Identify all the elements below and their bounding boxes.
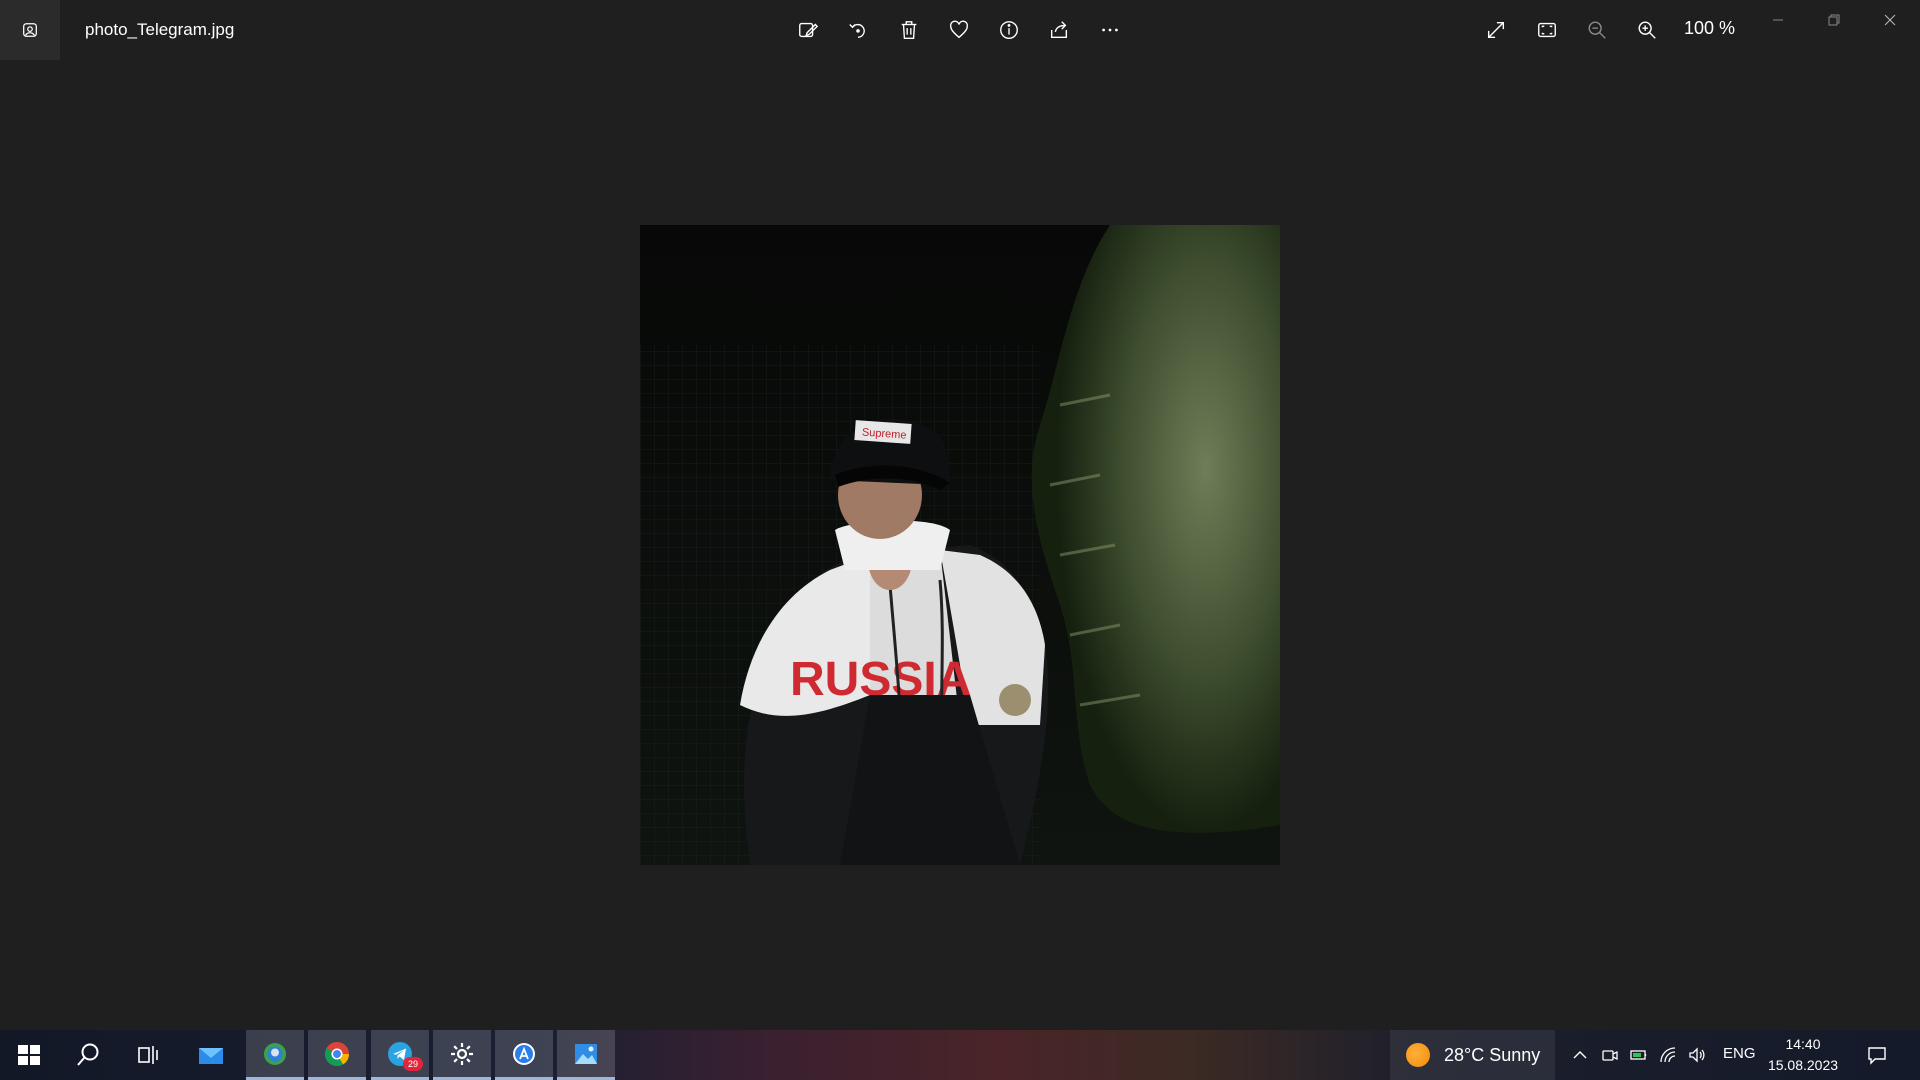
zoom-out-icon[interactable] (1577, 10, 1617, 50)
windows-logo-icon (18, 1045, 40, 1065)
delete-icon[interactable] (889, 10, 929, 50)
edit-icon[interactable] (788, 10, 828, 50)
mail-icon (199, 1048, 223, 1064)
favorite-icon[interactable] (939, 10, 979, 50)
title-bar: photo_Telegram.jpg 100 % (0, 0, 1920, 60)
task-view-icon (138, 1046, 158, 1064)
taskbar: 29 28°C Sunny ENG 14:40 15.08.2023 (0, 1030, 1920, 1080)
minimize-button[interactable] (1750, 0, 1806, 40)
weather-widget[interactable]: 28°C Sunny (1390, 1030, 1555, 1080)
photo-canvas: RUSSIA Supreme (640, 225, 1280, 865)
app-store-app[interactable] (495, 1030, 553, 1080)
zoom-in-icon[interactable] (1627, 10, 1667, 50)
wifi-icon[interactable] (1658, 1045, 1678, 1065)
clock-time: 14:40 (1785, 1036, 1821, 1052)
edge-icon (264, 1042, 286, 1065)
show-hidden-icons-chevron-icon[interactable] (1570, 1045, 1590, 1065)
more-icon[interactable] (1090, 10, 1130, 50)
chrome-app[interactable] (308, 1030, 366, 1080)
restore-button[interactable] (1806, 0, 1862, 40)
gear-icon (451, 1042, 473, 1065)
camera-icon[interactable] (1600, 1045, 1620, 1065)
telegram-app[interactable]: 29 (371, 1030, 429, 1080)
weather-text: 28°C Sunny (1444, 1044, 1541, 1065)
clock-date: 15.08.2023 (1767, 1057, 1839, 1073)
sun-icon (1406, 1043, 1430, 1067)
search-icon (77, 1043, 99, 1066)
app-store-icon (513, 1042, 535, 1065)
file-title: photo_Telegram.jpg (85, 20, 235, 39)
close-button[interactable] (1862, 0, 1918, 40)
photos-app[interactable] (557, 1030, 615, 1080)
photo-viewer-image[interactable]: RUSSIA Supreme (640, 225, 1280, 865)
info-icon[interactable] (989, 10, 1029, 50)
photos-app-icon[interactable] (0, 0, 60, 60)
telegram-unread-badge: 29 (403, 1057, 423, 1071)
task-view-button[interactable] (120, 1030, 178, 1080)
share-icon[interactable] (1039, 10, 1079, 50)
chrome-icon (324, 1041, 349, 1066)
mail-app[interactable] (182, 1030, 240, 1080)
notification-icon (1868, 1047, 1886, 1065)
fullscreen-icon[interactable] (1476, 10, 1516, 50)
zoom-level[interactable]: 100 % (1684, 18, 1735, 39)
volume-icon[interactable] (1687, 1045, 1707, 1065)
clock[interactable]: 14:40 15.08.2023 (1758, 1034, 1848, 1076)
language-indicator[interactable]: ENG (1723, 1045, 1756, 1062)
search-button[interactable] (60, 1030, 118, 1080)
settings-app[interactable] (433, 1030, 491, 1080)
battery-icon[interactable] (1629, 1045, 1649, 1065)
edge-app[interactable] (246, 1030, 304, 1080)
rotate-icon[interactable] (838, 10, 878, 50)
photos-icon (575, 1043, 597, 1064)
start-button[interactable] (0, 1030, 58, 1080)
fit-icon[interactable] (1527, 10, 1567, 50)
notification-center-button[interactable] (1852, 1030, 1902, 1080)
